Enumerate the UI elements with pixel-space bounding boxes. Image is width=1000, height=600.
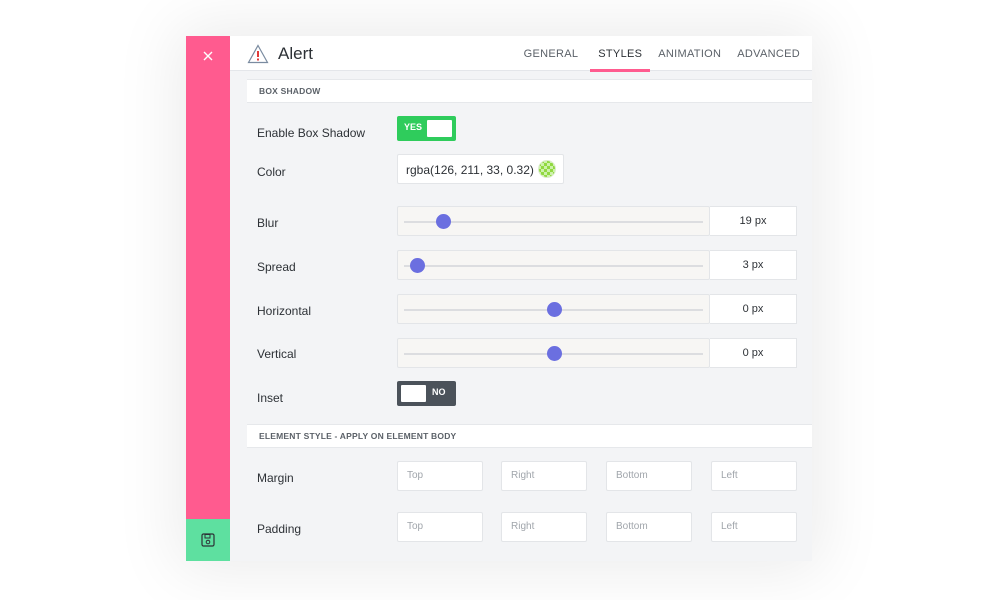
tab-general[interactable]: GENERAL [516, 36, 587, 71]
enable-box-shadow-toggle[interactable]: YES [397, 116, 456, 141]
blur-value[interactable]: 19 px [710, 206, 797, 236]
vertical-value[interactable]: 0 px [710, 338, 797, 368]
enable-box-shadow-label: Enable Box Shadow [257, 126, 366, 140]
vertical-slider[interactable] [397, 338, 710, 368]
toggle-knob [427, 120, 452, 137]
tab-animation[interactable]: ANIMATION [650, 36, 729, 71]
color-value: rgba(126, 211, 33, 0.32) [406, 163, 534, 177]
spread-slider-row: 3 px [397, 250, 797, 280]
horizontal-label: Horizontal [257, 304, 312, 318]
blur-slider-row: 19 px [397, 206, 797, 236]
vertical-slider-row: 0 px [397, 338, 797, 368]
margin-right-input[interactable]: Right [501, 461, 587, 491]
spread-value[interactable]: 3 px [710, 250, 797, 280]
page-title: Alert [278, 44, 313, 63]
slider-track [404, 265, 703, 267]
color-label: Color [257, 165, 286, 179]
spread-label: Spread [257, 260, 296, 274]
slider-thumb[interactable] [435, 214, 451, 229]
color-picker-field[interactable]: rgba(126, 211, 33, 0.32) [397, 154, 564, 184]
blur-slider[interactable] [397, 206, 710, 236]
padding-top-input[interactable]: Top [397, 512, 483, 542]
margin-label: Margin [257, 471, 294, 485]
alert-icon [247, 44, 269, 64]
close-icon [203, 51, 213, 61]
horizontal-value[interactable]: 0 px [710, 294, 797, 324]
slider-thumb[interactable] [546, 302, 562, 317]
margin-left-input[interactable]: Left [711, 461, 797, 491]
section-header-element-style: ELEMENT STYLE - APPLY ON ELEMENT BODY [247, 424, 812, 448]
panel-header: Alert GENERAL STYLES ANIMATION ADVANCED [230, 36, 812, 72]
toggle-state-text: YES [404, 122, 423, 132]
horizontal-slider-row: 0 px [397, 294, 797, 324]
tab-styles[interactable]: STYLES [590, 36, 651, 72]
spread-slider[interactable] [397, 250, 710, 280]
sidebar [186, 36, 230, 561]
padding-right-input[interactable]: Right [501, 512, 587, 542]
toggle-state-text: NO [432, 387, 446, 397]
tab-advanced[interactable]: ADVANCED [729, 36, 808, 71]
tab-bar: GENERAL STYLES ANIMATION ADVANCED [516, 36, 808, 72]
padding-label: Padding [257, 522, 302, 536]
margin-top-input[interactable]: Top [397, 461, 483, 491]
vertical-label: Vertical [257, 347, 297, 361]
padding-left-input[interactable]: Left [711, 512, 797, 542]
toggle-knob [401, 385, 426, 402]
blur-label: Blur [257, 216, 279, 230]
slider-thumb[interactable] [546, 346, 562, 361]
horizontal-slider[interactable] [397, 294, 710, 324]
save-button[interactable] [186, 519, 230, 561]
slider-thumb[interactable] [409, 258, 425, 273]
inset-label: Inset [257, 391, 284, 405]
close-button[interactable] [186, 36, 230, 76]
settings-panel: Alert GENERAL STYLES ANIMATION ADVANCED … [186, 36, 812, 561]
padding-bottom-input[interactable]: Bottom [606, 512, 692, 542]
color-swatch[interactable] [538, 160, 556, 178]
section-header-box-shadow: BOX SHADOW [247, 79, 812, 103]
inset-toggle[interactable]: NO [397, 381, 456, 406]
margin-bottom-input[interactable]: Bottom [606, 461, 692, 491]
save-icon [201, 533, 215, 547]
